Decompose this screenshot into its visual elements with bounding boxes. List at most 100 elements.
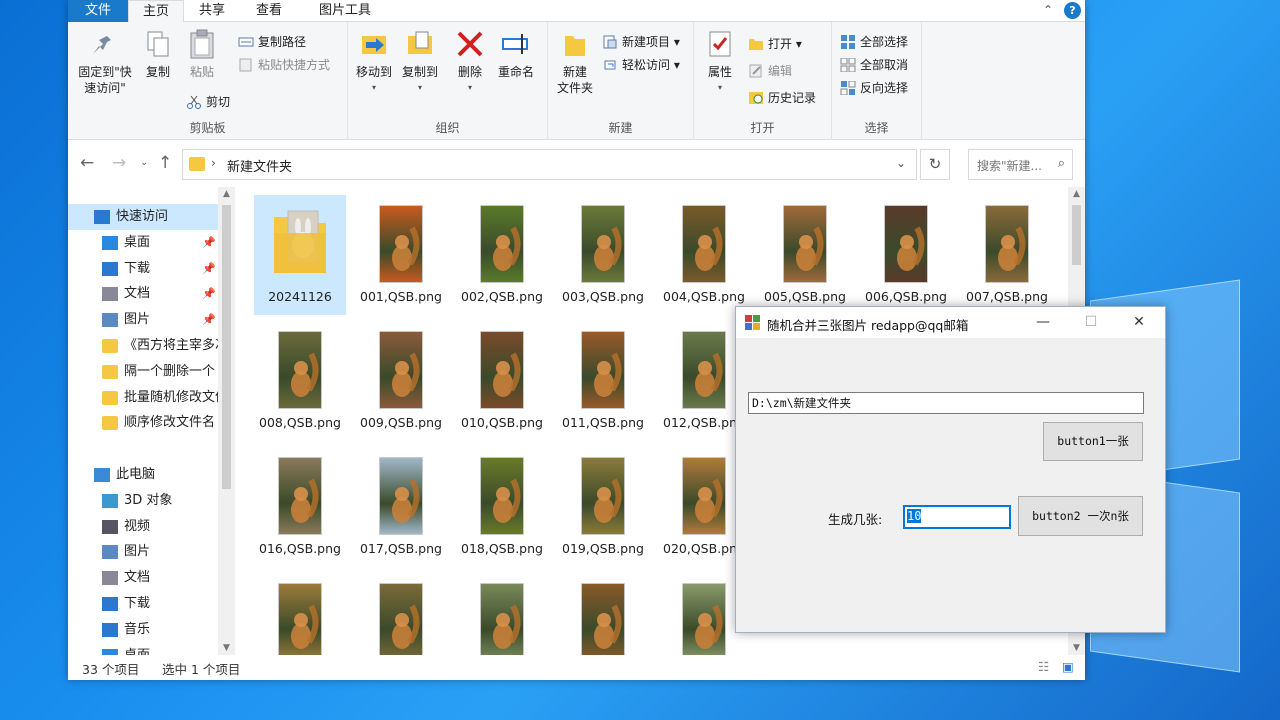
open-button[interactable]: 打开 ▾ (748, 34, 802, 54)
pin-icon[interactable]: 📌 (202, 281, 216, 307)
new-item-button[interactable]: 新建项目 ▾ (602, 32, 680, 52)
file-item[interactable]: 018,QSB.png (456, 447, 548, 567)
details-view-icon[interactable]: ☷ (1038, 659, 1049, 674)
file-item[interactable]: 007,QSB.png (961, 195, 1053, 315)
button2[interactable]: button2 一次n张 (1018, 496, 1143, 536)
cut-button[interactable]: 剪切 (186, 92, 230, 112)
scroll-up-icon[interactable]: ▲ (1068, 189, 1085, 199)
file-item[interactable]: 001,QSB.png (355, 195, 447, 315)
nav-item-label: 图片 (124, 544, 151, 560)
nav-item[interactable]: 批量随机修改文件 (68, 385, 218, 411)
invert-selection-label: 反向选择 (860, 81, 909, 95)
history-button[interactable]: 历史记录 (748, 88, 816, 108)
chevron-down-icon[interactable]: ⌄ (896, 156, 906, 170)
minimize-icon[interactable]: — (1020, 311, 1066, 333)
file-item[interactable]: 017,QSB.png (355, 447, 447, 567)
scroll-down-icon[interactable]: ▼ (218, 643, 235, 653)
nav-item[interactable]: 文档 (68, 565, 218, 591)
nav-item[interactable]: 隔一个删除一个 (68, 359, 218, 385)
copy-to-button[interactable]: 复制到 ▾ (398, 28, 442, 96)
tab-file[interactable]: 文件 (68, 0, 128, 22)
nav-item[interactable]: 图片 (68, 539, 218, 565)
nav-item[interactable]: 音乐 (68, 617, 218, 643)
address-field[interactable]: › 新建文件夹 ⌄ (182, 149, 917, 180)
recent-locations-icon[interactable]: ⌄ (140, 157, 148, 168)
scroll-down-icon[interactable]: ▼ (1068, 643, 1085, 653)
content-scroll-thumb[interactable] (1072, 205, 1081, 265)
file-item[interactable]: 010,QSB.png (456, 321, 548, 441)
edit-button[interactable]: 编辑 (748, 61, 792, 81)
file-item[interactable] (456, 573, 548, 655)
tab-share[interactable]: 共享 (186, 0, 238, 22)
selected-count: 选中 1 个项目 (162, 662, 241, 677)
nav-item[interactable]: 顺序修改文件名 (68, 410, 218, 436)
file-item[interactable]: 004,QSB.png (658, 195, 750, 315)
count-input[interactable]: 10 (903, 505, 1011, 529)
nav-item[interactable]: 下载 (68, 591, 218, 617)
large-icons-view-icon[interactable]: ▣ (1062, 659, 1074, 674)
pin-icon[interactable]: 📌 (202, 256, 216, 282)
new-folder-button[interactable]: 新建 文件夹 (552, 28, 598, 96)
nav-item[interactable]: 3D 对象 (68, 488, 218, 514)
file-item[interactable]: 008,QSB.png (254, 321, 346, 441)
select-none-icon (840, 57, 856, 73)
tab-picture-tools[interactable]: 图片工具 (300, 0, 390, 22)
forward-arrow-icon[interactable]: → (112, 153, 126, 173)
breadcrumb-chevron-icon[interactable]: › (211, 156, 216, 170)
help-icon[interactable]: ? (1064, 2, 1081, 19)
scroll-up-icon[interactable]: ▲ (218, 189, 235, 199)
search-input[interactable]: 搜索"新建... ⌕ (968, 149, 1073, 180)
folder-path-input[interactable]: D:\zm\新建文件夹 (748, 392, 1144, 414)
pin-quick-access-button[interactable]: 固定到"快 速访问" (74, 28, 136, 96)
select-none-button[interactable]: 全部取消 (840, 55, 908, 75)
delete-button[interactable]: 删除 ▾ (452, 28, 488, 96)
file-item[interactable] (254, 573, 346, 655)
nav-item[interactable]: 快速访问 (68, 204, 218, 230)
folder-item[interactable]: 20241126 (254, 195, 346, 315)
file-item[interactable]: 016,QSB.png (254, 447, 346, 567)
file-item[interactable] (355, 573, 447, 655)
copy-path-button[interactable]: 复制路径 (238, 32, 306, 52)
properties-button[interactable]: 属性 ▾ (700, 28, 740, 96)
copy-button[interactable]: 复制 (140, 28, 176, 80)
paste-shortcut-button[interactable]: 粘贴快捷方式 (238, 55, 330, 75)
refresh-button[interactable]: ↻ (920, 149, 950, 180)
nav-item[interactable]: 此电脑 (68, 462, 218, 488)
nav-item[interactable]: 桌面 📌 (68, 230, 218, 256)
download-icon (102, 261, 118, 276)
paste-label: 粘贴 (189, 65, 214, 79)
pin-icon[interactable]: 📌 (202, 230, 216, 256)
nav-scroll-thumb[interactable] (222, 205, 231, 489)
nav-item[interactable]: 视频 (68, 514, 218, 540)
nav-item[interactable]: 下载 📌 (68, 256, 218, 282)
file-item[interactable]: 011,QSB.png (557, 321, 649, 441)
close-icon[interactable]: ✕ (1116, 311, 1162, 333)
file-item[interactable] (557, 573, 649, 655)
nav-item[interactable]: 图片 📌 (68, 307, 218, 333)
file-item[interactable]: 005,QSB.png (759, 195, 851, 315)
tab-view[interactable]: 查看 (240, 0, 298, 22)
breadcrumb-path[interactable]: 新建文件夹 (227, 156, 292, 175)
file-item[interactable]: 009,QSB.png (355, 321, 447, 441)
nav-item[interactable]: 《西方将主宰多次 (68, 333, 218, 359)
nav-item[interactable]: 文档 📌 (68, 281, 218, 307)
select-all-button[interactable]: 全部选择 (840, 32, 908, 52)
rename-button[interactable]: 重命名 (494, 28, 538, 80)
invert-selection-button[interactable]: 反向选择 (840, 78, 908, 98)
image-thumbnail (985, 205, 1029, 283)
pin-icon[interactable]: 📌 (202, 307, 216, 333)
button1[interactable]: button1一张 (1043, 422, 1143, 461)
up-arrow-icon[interactable]: ↑ (158, 153, 172, 173)
back-arrow-icon[interactable]: ← (80, 153, 94, 173)
tab-home[interactable]: 主页 (128, 0, 184, 23)
easy-access-button[interactable]: 轻松访问 ▾ (602, 55, 680, 75)
file-item[interactable]: 002,QSB.png (456, 195, 548, 315)
collapse-ribbon-icon[interactable]: ⌃ (1043, 3, 1053, 17)
move-to-button[interactable]: 移动到 ▾ (352, 28, 396, 96)
maximize-icon[interactable]: ☐ (1068, 311, 1114, 333)
file-item[interactable]: 003,QSB.png (557, 195, 649, 315)
nav-scrollbar[interactable]: ▲ ▼ (218, 187, 235, 655)
paste-button[interactable]: 粘贴 (184, 28, 220, 80)
file-item[interactable]: 019,QSB.png (557, 447, 649, 567)
file-item[interactable]: 006,QSB.png (860, 195, 952, 315)
